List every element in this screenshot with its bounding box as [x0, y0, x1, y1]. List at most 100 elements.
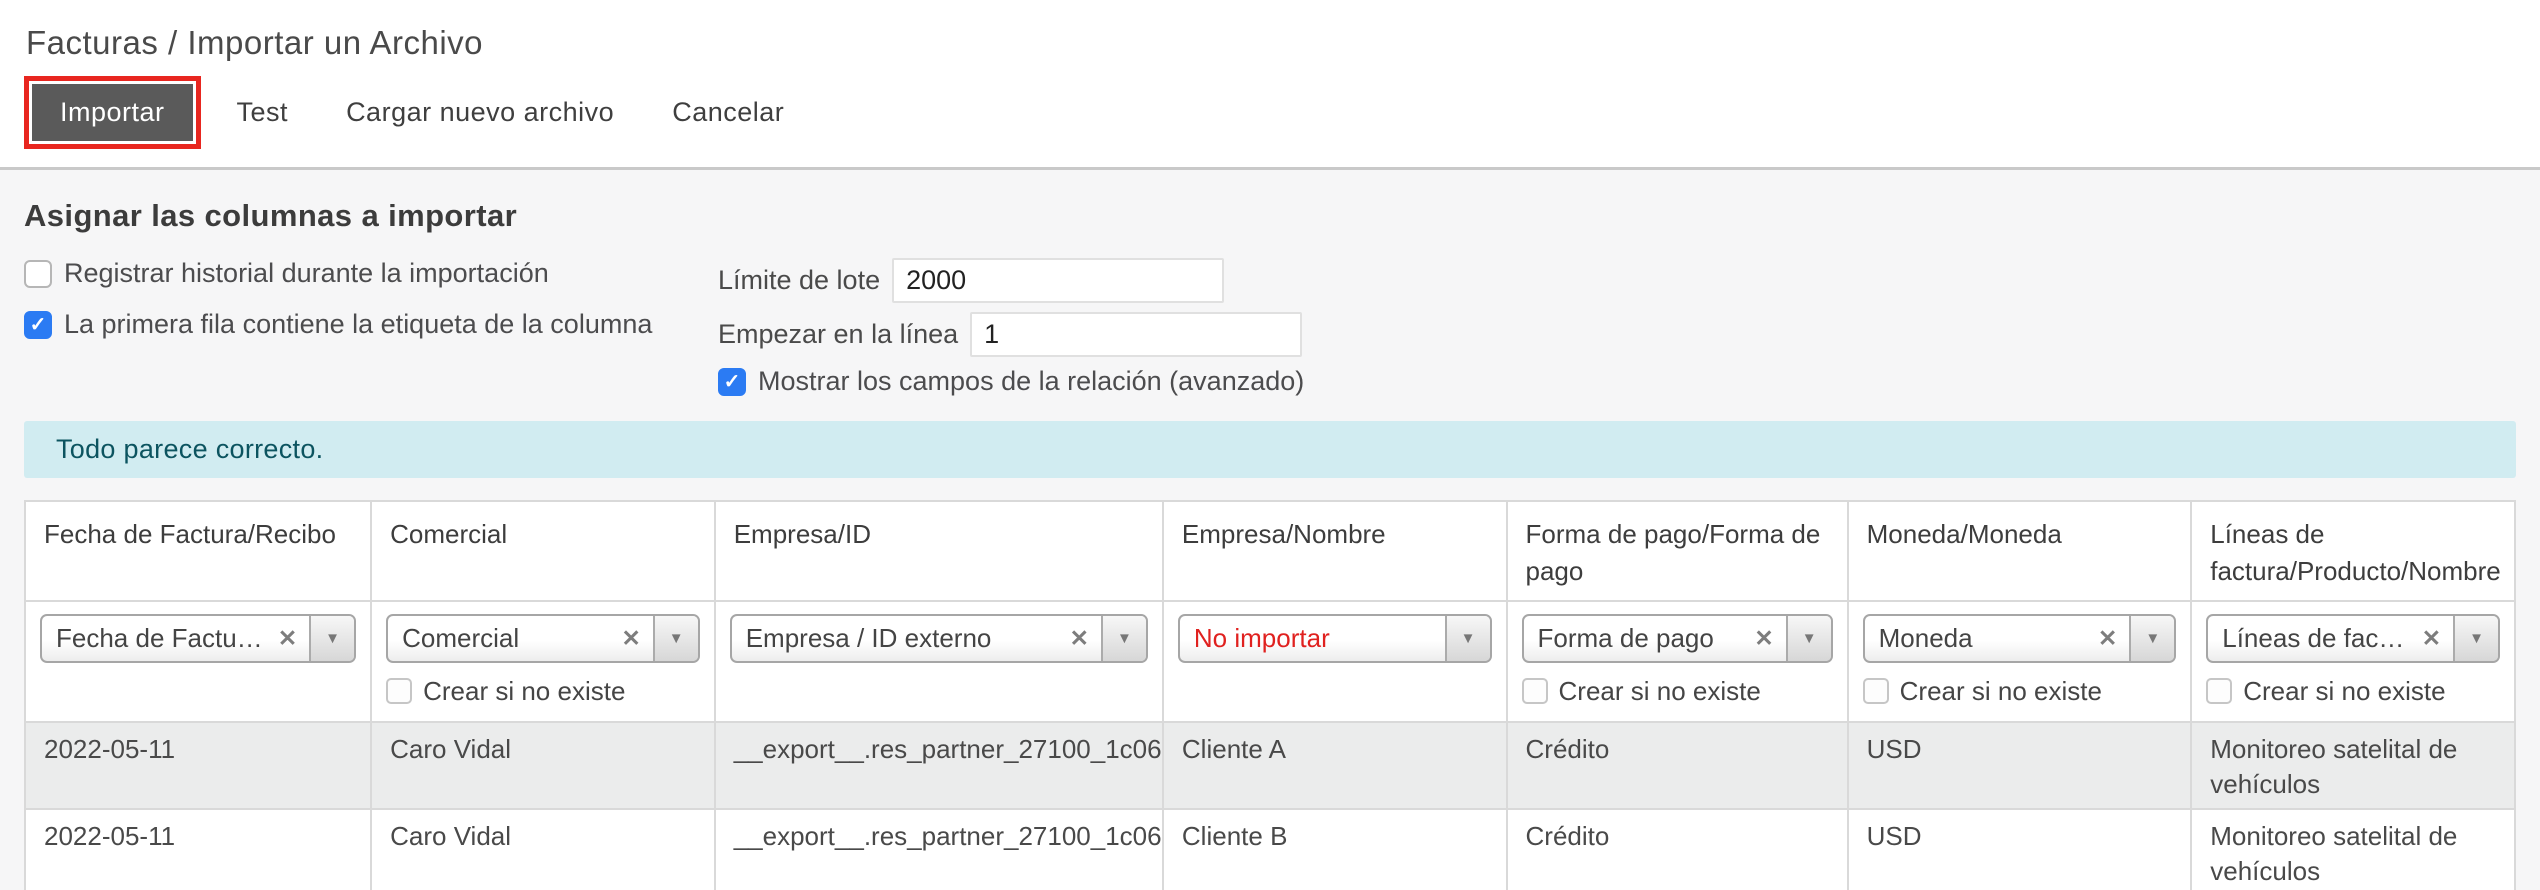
breadcrumb: Facturas / Importar un Archivo	[26, 24, 484, 61]
chevron-down-icon[interactable]: ▼	[1785, 615, 1831, 661]
page-title: Asignar las columnas a importar	[24, 198, 518, 233]
field-mapping-value: Líneas de factura / P...	[2222, 622, 2418, 653]
table-cell: Caro Vidal	[370, 720, 716, 811]
table-cell: Monitoreo satelital de vehículos	[2190, 808, 2516, 890]
track-history-option[interactable]: Registrar historial durante la importaci…	[24, 258, 698, 289]
remove-mapping-icon[interactable]: ✕	[1750, 625, 1785, 652]
field-mapping-value: Empresa / ID externo	[745, 622, 992, 653]
remove-mapping-icon[interactable]: ✕	[617, 625, 652, 652]
import-button-highlight: Importar	[24, 76, 201, 149]
create-if-missing-option[interactable]: Crear si no existe	[1862, 675, 2177, 707]
first-row-labels-label: La primera fila contiene la etiqueta de …	[64, 309, 653, 339]
create-if-missing-label: Crear si no existe	[2243, 675, 2446, 706]
table-cell: Cliente B	[1161, 808, 1508, 890]
table-row: 2022-05-11 Caro Vidal __export__.res_partn…	[23, 720, 2516, 811]
remove-mapping-icon[interactable]: ✕	[2418, 625, 2453, 652]
chevron-down-icon[interactable]: ▼	[309, 615, 355, 661]
start-line-input[interactable]	[970, 312, 1303, 357]
batch-limit-label: Límite de lote	[718, 265, 881, 295]
import-button[interactable]: Importar	[32, 84, 193, 141]
column-header: Fecha de Factura/Recibo	[23, 500, 373, 602]
import-preview-table: Fecha de Factura/Recibo Comercial Empresa/…	[23, 500, 2516, 890]
checkbox-icon[interactable]: ✓	[24, 310, 52, 339]
field-mapping-value: No importar	[1193, 622, 1330, 653]
track-history-label: Registrar historial durante la importaci…	[64, 258, 549, 288]
start-line-label: Empezar en la línea	[718, 319, 959, 349]
field-mapping-cell: Fecha de Factura/R...✕▼	[23, 599, 373, 723]
field-mapping-cell: Moneda ✕ ▼ Crear si no existe	[1846, 599, 2193, 723]
field-mapping-select[interactable]: Moneda ✕ ▼	[1862, 613, 2177, 663]
preview-rows: 2022-05-11 Caro Vidal __export__.res_partn…	[23, 720, 2516, 890]
batch-limit-input[interactable]	[892, 258, 1225, 303]
checkbox-icon[interactable]	[1862, 678, 1889, 705]
column-header: Comercial	[370, 500, 716, 602]
create-if-missing-option[interactable]: Crear si no existe	[2206, 676, 2500, 707]
create-if-missing-option[interactable]: Crear si no existe	[386, 676, 700, 707]
table-cell: Cliente A	[1161, 720, 1508, 811]
checkbox-icon[interactable]: ✓	[718, 367, 746, 396]
chevron-down-icon[interactable]: ▼	[2453, 615, 2498, 661]
checkbox-icon[interactable]	[2206, 678, 2233, 705]
create-if-missing-option[interactable]: Crear si no existe	[1521, 675, 1833, 707]
test-button[interactable]: Test	[215, 84, 311, 141]
field-mapping-select[interactable]: Forma de pago ✕ ▼	[1521, 613, 1833, 663]
chevron-down-icon[interactable]: ▼	[652, 615, 698, 661]
table-cell: __export__.res_partner_27100_1c068632	[713, 808, 1164, 890]
table-cell: Caro Vidal	[370, 808, 716, 890]
options-left-column: Registrar historial durante la importaci…	[24, 258, 698, 340]
field-mapping-cell: Comercial ✕ ▼ Crear si no existe	[370, 599, 716, 723]
create-if-missing-label: Crear si no existe	[1899, 675, 2102, 706]
field-mapping-select[interactable]: No importar ▼	[1177, 613, 1492, 663]
cancel-button[interactable]: Cancelar	[650, 84, 806, 141]
chevron-down-icon[interactable]: ▼	[1444, 615, 1490, 661]
table-cell: Monitoreo satelital de vehículos	[2190, 720, 2516, 811]
remove-mapping-icon[interactable]: ✕	[274, 625, 309, 652]
field-mapping-value: Forma de pago	[1537, 622, 1714, 653]
column-header: Líneas de factura/Producto/Nombre	[2190, 500, 2516, 602]
first-row-labels-option[interactable]: ✓ La primera fila contiene la etiqueta d…	[24, 309, 698, 340]
batch-limit-row: Límite de lote	[718, 258, 1304, 303]
checkbox-icon[interactable]	[24, 259, 52, 288]
field-mapping-value: Moneda	[1878, 622, 1973, 653]
load-new-file-button[interactable]: Cargar nuevo archivo	[324, 84, 636, 141]
table-cell: 2022-05-11	[23, 720, 373, 811]
field-mapping-cell: Líneas de factura / P...✕▼Crear si no ex…	[2190, 599, 2516, 723]
field-mapping-select[interactable]: Empresa / ID externo ✕ ▼	[729, 613, 1148, 663]
column-headers-row: Fecha de Factura/Recibo Comercial Empresa/…	[23, 500, 2516, 602]
field-mapping-value: Fecha de Factura/R...	[56, 622, 274, 653]
show-relation-fields-option[interactable]: ✓ Mostrar los campos de la relación (ava…	[718, 366, 1304, 397]
column-header: Empresa/Nombre	[1161, 500, 1508, 602]
table-cell: Crédito	[1505, 808, 1849, 890]
table-row: 2022-05-11 Caro Vidal __export__.res_partn…	[23, 808, 2516, 890]
field-mapping-row: Fecha de Factura/R...✕▼Comercial✕▼Crear …	[23, 599, 2516, 723]
info-banner: Todo parece correcto.	[24, 421, 2516, 478]
create-if-missing-label: Crear si no existe	[423, 675, 626, 706]
import-options: Registrar historial durante la importaci…	[24, 258, 2516, 397]
chevron-down-icon[interactable]: ▼	[1100, 615, 1146, 661]
show-relation-fields-label: Mostrar los campos de la relación (avanz…	[758, 366, 1305, 396]
checkbox-icon[interactable]	[386, 678, 413, 705]
field-mapping-cell: Forma de pago ✕ ▼ Crear si no existe	[1505, 599, 1849, 723]
table-cell: USD	[1846, 720, 2193, 811]
options-right-column: Límite de lote Empezar en la línea ✓ Mos…	[718, 258, 1304, 397]
remove-mapping-icon[interactable]: ✕	[2094, 625, 2129, 652]
remove-mapping-icon[interactable]: ✕	[1066, 625, 1101, 652]
column-header: Empresa/ID	[713, 500, 1164, 602]
create-if-missing-label: Crear si no existe	[1558, 675, 1761, 706]
checkbox-icon[interactable]	[1521, 678, 1548, 705]
column-header: Forma de pago/Forma de pago	[1505, 500, 1849, 602]
table-cell: Crédito	[1505, 720, 1849, 811]
field-mapping-cell: No importar ▼	[1161, 599, 1508, 723]
field-mapping-cell: Empresa / ID externo ✕ ▼	[713, 599, 1164, 723]
table-cell: 2022-05-11	[23, 808, 373, 890]
field-mapping-select[interactable]: Líneas de factura / P...✕▼	[2206, 613, 2500, 663]
start-line-row: Empezar en la línea	[718, 312, 1304, 357]
field-mapping-select[interactable]: Fecha de Factura/R...✕▼	[40, 613, 357, 663]
field-mapping-select[interactable]: Comercial ✕ ▼	[386, 613, 700, 663]
topbar: Facturas / Importar un Archivo Importar …	[0, 0, 2540, 170]
field-mapping-value: Comercial	[402, 622, 520, 653]
chevron-down-icon[interactable]: ▼	[2129, 615, 2175, 661]
toolbar: Importar Test Cargar nuevo archivo Cance…	[24, 76, 2516, 149]
table-cell: USD	[1846, 808, 2193, 890]
banner-message: Todo parece correcto.	[56, 434, 324, 464]
